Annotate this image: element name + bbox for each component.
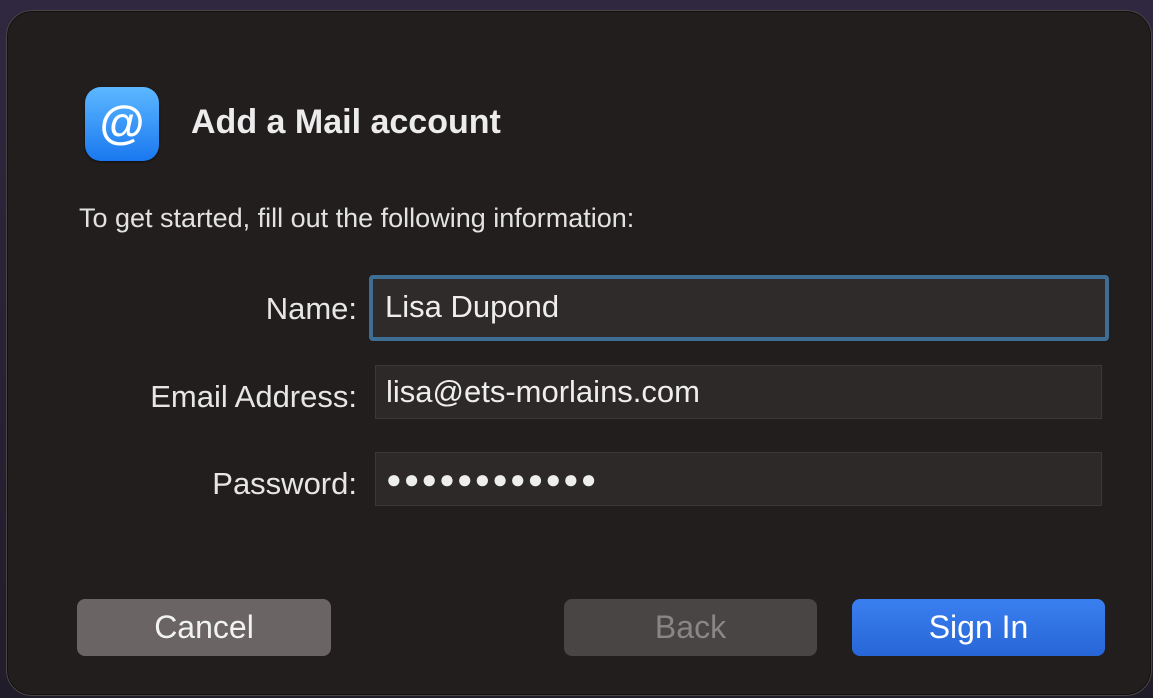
sign-in-button[interactable]: Sign In: [852, 599, 1105, 656]
name-label: Name:: [265, 291, 357, 326]
at-sign-icon: @: [85, 87, 159, 161]
back-button[interactable]: Back: [564, 599, 817, 656]
password-label: Password:: [212, 466, 357, 501]
dialog-subtitle: To get started, fill out the following i…: [79, 203, 635, 233]
add-mail-account-dialog: @ Add a Mail account To get started, fil…: [6, 10, 1152, 696]
dialog-title: Add a Mail account: [191, 103, 501, 141]
cancel-button[interactable]: Cancel: [77, 599, 331, 656]
name-field[interactable]: Lisa Dupond: [369, 275, 1109, 341]
password-field[interactable]: ●●●●●●●●●●●●: [375, 452, 1102, 506]
email-field[interactable]: lisa@ets-morlains.com: [375, 365, 1102, 419]
email-label: Email Address:: [150, 379, 357, 414]
